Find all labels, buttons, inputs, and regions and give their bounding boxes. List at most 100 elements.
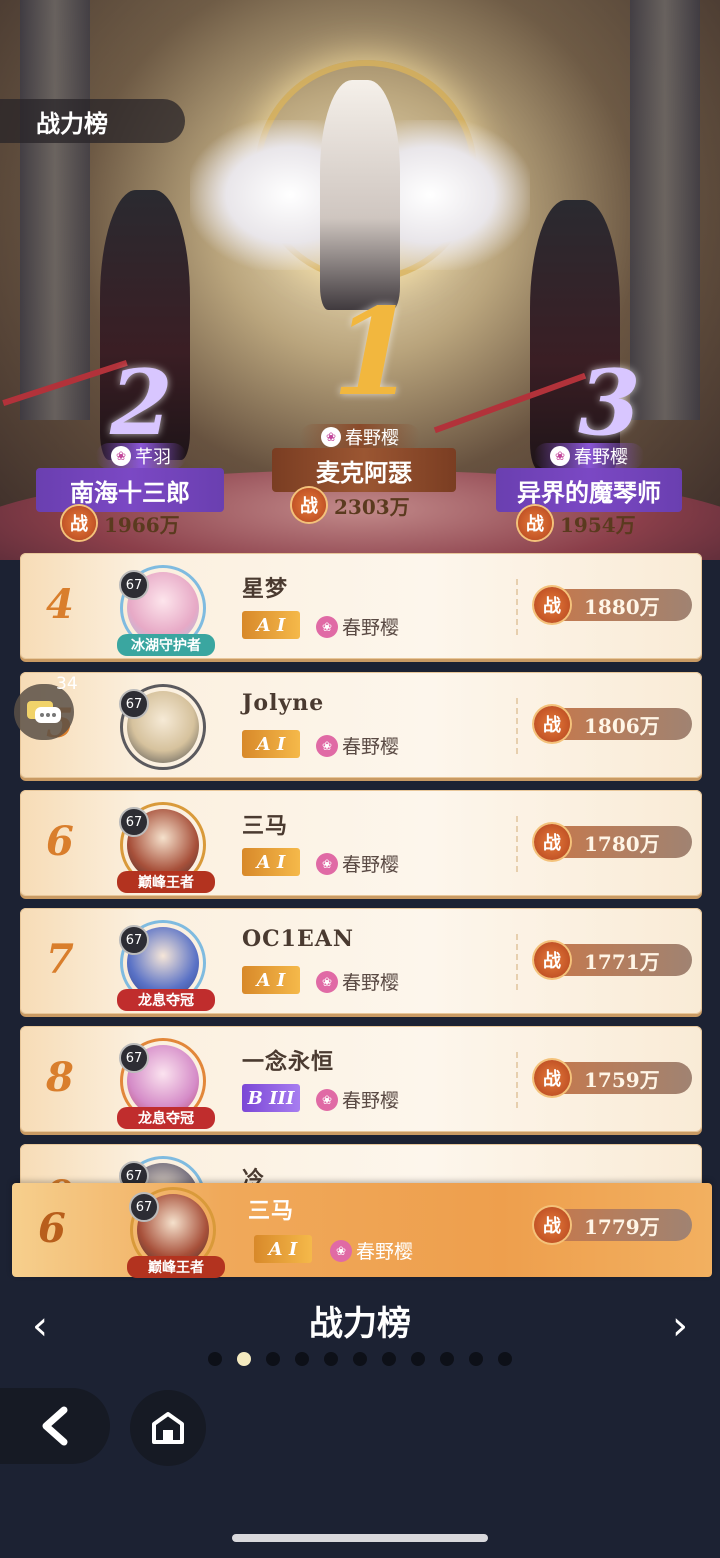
rank2-power: 战 1966万	[62, 506, 180, 540]
guild-label: ❀ 春野樱	[316, 732, 399, 759]
chat-unread-count: 34	[56, 674, 78, 694]
tier-badge: A I	[254, 1235, 312, 1263]
guild-icon: ❀	[111, 446, 131, 466]
home-indicator	[232, 1534, 488, 1542]
ranking-row[interactable]: 8 67 龙息夺冠 一念永恒 B III ❀ 春野樱 战 1759万	[20, 1026, 702, 1132]
page-dot[interactable]	[498, 1352, 512, 1366]
combat-power-icon: 战	[534, 587, 570, 623]
row-rank: 4	[46, 581, 74, 628]
rank3-power: 战 1954万	[518, 506, 636, 540]
combat-power: 战 1759万	[534, 1060, 692, 1096]
page-dot[interactable]	[353, 1352, 367, 1366]
rank1-number: 1	[332, 282, 416, 423]
tier-badge: B III	[242, 1084, 300, 1112]
rank2-guild-tag: ❀ 芊羽	[96, 443, 186, 469]
tier-badge: A I	[242, 730, 300, 758]
guild-icon: ❀	[316, 1088, 338, 1111]
avatar-frame-label: 龙息夺冠	[117, 1107, 215, 1129]
chat-icon	[27, 701, 61, 723]
combat-power-icon: 战	[534, 942, 570, 978]
next-board-button[interactable]: ›	[660, 1303, 700, 1349]
avatar-frame-label: 龙息夺冠	[117, 989, 215, 1011]
row-rank: 6	[38, 1205, 66, 1252]
guild-icon: ❀	[330, 1239, 352, 1262]
combat-power: 战 1780万	[534, 824, 692, 860]
player-avatar[interactable]: 67 龙息夺冠	[117, 1038, 215, 1129]
guild-icon: ❀	[316, 734, 338, 757]
chat-button[interactable]: 34	[14, 674, 78, 740]
tier-badge: A I	[242, 848, 300, 876]
combat-power-icon: 战	[534, 824, 570, 860]
player-avatar[interactable]: 67 冰湖守护者	[117, 565, 215, 656]
rank1-guild-tag: ❀ 春野樱	[300, 424, 420, 450]
back-button[interactable]	[0, 1388, 110, 1464]
rank1-character[interactable]	[320, 80, 400, 310]
bottom-nav	[0, 1388, 720, 1468]
combat-power-icon: 战	[534, 1207, 570, 1243]
combat-power-icon: 战	[518, 506, 552, 540]
player-name: 三马	[242, 813, 289, 839]
tier-badge: A I	[242, 611, 300, 639]
page-dot[interactable]	[237, 1352, 251, 1366]
level-badge: 67	[119, 925, 149, 955]
combat-power-icon: 战	[534, 706, 570, 742]
player-avatar[interactable]: 67 巅峰王者	[127, 1187, 225, 1278]
player-avatar[interactable]: 67	[119, 684, 206, 770]
rank3-number: 3	[578, 350, 641, 456]
rank1-power: 战 2303万	[292, 488, 410, 522]
page-title: 战力榜	[0, 99, 185, 143]
back-arrow-icon	[42, 1406, 68, 1446]
ranking-row[interactable]: 4 67 冰湖守护者 星梦 A I ❀ 春野樱 战 1880万	[20, 553, 702, 659]
avatar-frame-label: 冰湖守护者	[117, 634, 215, 656]
ranking-row[interactable]: 5 67 Jolyne A I ❀春野樱 战1806万	[20, 672, 702, 778]
player-avatar[interactable]: 67 龙息夺冠	[117, 920, 215, 1011]
rank1-name[interactable]: 麦克阿瑟	[272, 448, 456, 492]
player-name: Jolyne	[242, 690, 325, 716]
page-dot[interactable]	[208, 1352, 222, 1366]
guild-label: ❀ 春野樱	[330, 1237, 413, 1264]
page-dot[interactable]	[411, 1352, 425, 1366]
combat-power: 战 1806万	[534, 706, 692, 742]
my-ranking-row[interactable]: 6 67 巅峰王者 三马 A I ❀ 春野樱 战 1779万	[12, 1183, 712, 1278]
guild-label: ❀ 春野樱	[316, 968, 399, 995]
page-dot[interactable]	[266, 1352, 280, 1366]
guild-icon: ❀	[316, 615, 338, 638]
page-dot[interactable]	[440, 1352, 454, 1366]
combat-power-icon: 战	[62, 506, 96, 540]
row-rank: 8	[46, 1054, 74, 1101]
rank3-guild-tag: ❀ 春野樱	[534, 443, 644, 469]
combat-power: 战 1880万	[534, 587, 692, 623]
player-name: 三马	[248, 1198, 295, 1224]
page-dot[interactable]	[469, 1352, 483, 1366]
level-badge: 67	[119, 689, 149, 719]
home-icon	[152, 1412, 184, 1444]
player-name: 一念永恒	[242, 1049, 335, 1075]
guild-icon: ❀	[316, 970, 338, 993]
combat-power-icon: 战	[292, 488, 326, 522]
combat-power: 战 1771万	[534, 942, 692, 978]
level-badge: 67	[119, 807, 149, 837]
ranking-row[interactable]: 7 67 龙息夺冠 OC1EAN A I ❀ 春野樱 战 1771万	[20, 908, 702, 1014]
tier-badge: A I	[242, 966, 300, 994]
guild-label: ❀ 春野樱	[316, 850, 399, 877]
row-rank: 7	[46, 936, 74, 983]
board-title: 战力榜	[309, 1304, 411, 1344]
home-button[interactable]	[130, 1390, 206, 1466]
combat-power: 战 1779万	[534, 1207, 692, 1243]
player-avatar[interactable]: 67 巅峰王者	[117, 802, 215, 893]
ranking-row[interactable]: 6 67 巅峰王者 三马 A I ❀ 春野樱 战 1780万	[20, 790, 702, 896]
level-badge: 67	[119, 570, 149, 600]
page-dot[interactable]	[324, 1352, 338, 1366]
guild-label: ❀ 春野樱	[316, 613, 399, 640]
page-indicator	[0, 1352, 720, 1366]
player-name: 星梦	[242, 576, 289, 602]
guild-icon: ❀	[316, 852, 338, 875]
combat-power-icon: 战	[534, 1060, 570, 1096]
page-dot[interactable]	[295, 1352, 309, 1366]
level-badge: 67	[119, 1043, 149, 1073]
avatar-frame-label: 巅峰王者	[117, 871, 215, 893]
avatar-frame-label: 巅峰王者	[127, 1256, 225, 1278]
guild-icon: ❀	[550, 446, 570, 466]
page-dot[interactable]	[382, 1352, 396, 1366]
guild-icon: ❀	[321, 427, 341, 447]
